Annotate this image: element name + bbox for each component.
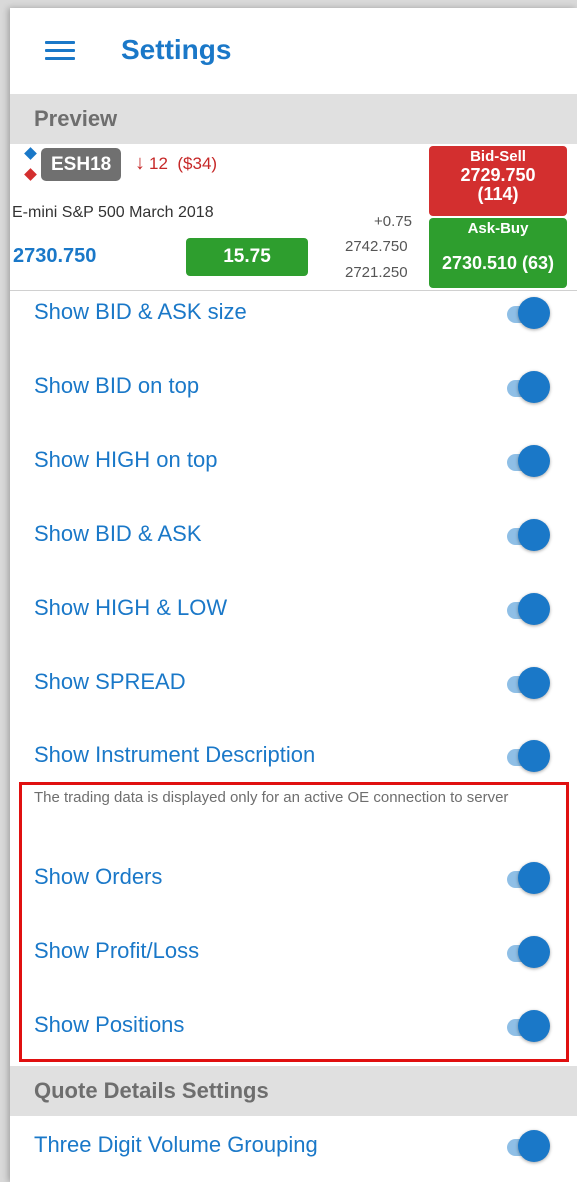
app-bar: Settings — [10, 8, 577, 94]
page-title: Settings — [121, 34, 232, 65]
spread-toggle[interactable] — [503, 667, 551, 701]
symbol-badge: ESH18 — [41, 148, 122, 181]
setting-row-spread[interactable]: Show SPREAD — [10, 653, 577, 713]
setting-label: Show SPREAD — [34, 669, 186, 694]
high-price: 2742.750 — [345, 238, 408, 255]
section-header-quote-details: Quote Details Settings — [10, 1066, 577, 1116]
bid-size: (114) — [477, 184, 519, 204]
high-low-toggle[interactable] — [503, 593, 551, 627]
down-arrow-icon: ↓ — [135, 152, 145, 174]
setting-label: Show BID & ASK — [34, 521, 202, 546]
net-change: +0.75 — [374, 213, 412, 230]
low-price: 2721.250 — [345, 264, 408, 281]
change-text: 12 ($34) — [149, 154, 217, 174]
three-digit-volume-toggle[interactable] — [503, 1130, 551, 1164]
setting-label: Show HIGH & LOW — [34, 595, 228, 620]
setting-row-high-low[interactable]: Show HIGH & LOW — [10, 579, 577, 639]
change-ticks: 12 — [149, 154, 168, 173]
setting-label: Show BID & ASK size — [34, 299, 247, 324]
setting-row-bid-on-top[interactable]: Show BID on top — [10, 357, 577, 417]
quote-preview: ESH18 ↓ 12 ($34) E-mini S&P 500 March 20… — [10, 144, 577, 290]
high-on-top-toggle[interactable] — [503, 445, 551, 479]
section-title-preview: Preview — [34, 106, 118, 131]
setting-label: Show BID on top — [34, 373, 200, 398]
setting-label: Show HIGH on top — [34, 447, 218, 472]
setting-label: Three Digit Volume Grouping — [34, 1132, 318, 1157]
change-value: ($34) — [177, 154, 218, 173]
instrument-description: E-mini S&P 500 March 2018 — [12, 204, 214, 221]
last-price: 2730.750 — [13, 245, 97, 267]
ask-label: Ask-Buy — [467, 220, 529, 237]
setting-row-high-on-top[interactable]: Show HIGH on top — [10, 431, 577, 491]
bid-on-top-toggle[interactable] — [503, 371, 551, 405]
ask-price-size: 2730.510 (63) — [441, 253, 555, 273]
instrument-description-toggle[interactable] — [503, 740, 551, 774]
spread-value: 15.75 — [186, 238, 308, 276]
bid-ask-size-toggle[interactable] — [503, 297, 551, 331]
settings-screen: Settings Preview ESH18 ↓ 12 ($34) E-mini… — [10, 8, 577, 1182]
bid-label: Bid-Sell — [470, 148, 526, 165]
setting-row-bid-ask[interactable]: Show BID & ASK — [10, 505, 577, 565]
hamburger-menu-icon[interactable] — [45, 41, 75, 61]
section-title-quote-details: Quote Details Settings — [34, 1078, 269, 1103]
down-diamond-icon — [24, 168, 37, 181]
setting-row-three-digit-volume[interactable]: Three Digit Volume Grouping — [10, 1116, 577, 1176]
bid-sell-box: Bid-Sell 2729.750 (114) — [429, 146, 567, 216]
bid-price: 2729.750 — [460, 165, 536, 185]
trading-highlight-frame — [19, 782, 569, 1062]
section-header-preview: Preview — [10, 94, 577, 144]
setting-row-instrument-description[interactable]: Show Instrument Description — [10, 726, 577, 786]
ask-buy-box: Ask-Buy 2730.510 (63) — [429, 218, 567, 288]
up-diamond-icon — [24, 147, 37, 160]
setting-label: Show Instrument Description — [34, 742, 316, 767]
setting-row-bid-ask-size[interactable]: Show BID & ASK size — [10, 283, 577, 343]
bid-ask-toggle[interactable] — [503, 519, 551, 553]
